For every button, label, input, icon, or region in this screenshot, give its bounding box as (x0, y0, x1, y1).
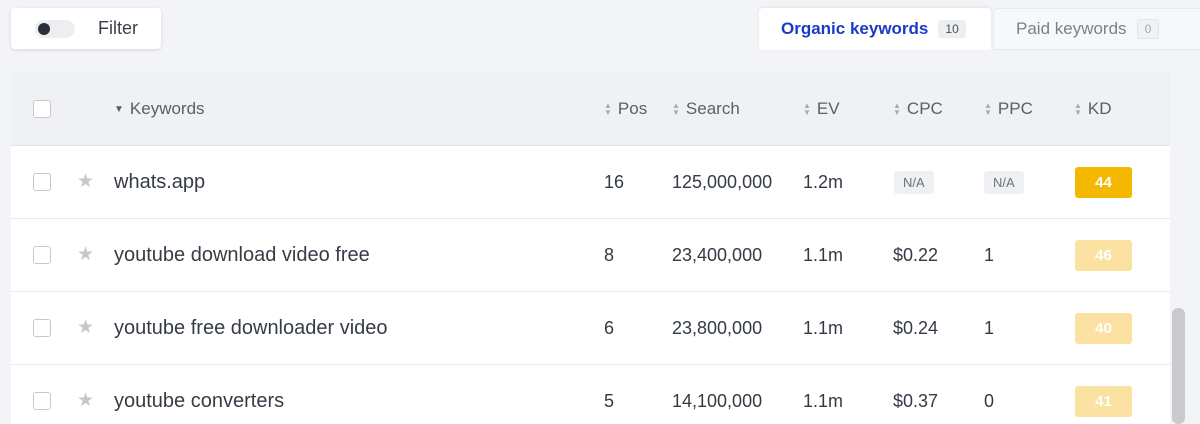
star-icon[interactable]: ★ (77, 243, 94, 266)
kd-badge: 41 (1075, 386, 1132, 417)
star-icon[interactable]: ★ (77, 389, 94, 412)
column-label: Keywords (129, 99, 205, 118)
table-row[interactable]: ★ youtube converters 5 14,100,000 1.1m $… (11, 365, 1170, 424)
column-header-kd[interactable]: ▲ ▼ KD (1074, 72, 1112, 146)
kd-badge: 44 (1075, 167, 1132, 198)
tab-label: Paid keywords (1016, 19, 1127, 38)
search-value: 125,000,000 (672, 172, 773, 192)
search-value: 14,100,000 (672, 391, 763, 411)
ev-value: 1.1m (803, 391, 844, 411)
column-header-ev[interactable]: ▲ ▼ EV (803, 72, 840, 146)
ev-value: 1.1m (803, 318, 844, 338)
star-icon[interactable]: ★ (77, 316, 94, 339)
tab-count-badge: 0 (1136, 19, 1160, 39)
cpc-na-badge: N/A (894, 171, 934, 194)
row-checkbox[interactable] (33, 246, 51, 264)
tab-organic-keywords[interactable]: Organic keywords 10 (759, 8, 991, 50)
select-all-checkbox[interactable] (33, 100, 51, 118)
table-row[interactable]: ★ youtube free downloader video 6 23,800… (11, 292, 1170, 365)
filter-toggle[interactable]: Filter (11, 8, 161, 49)
toggle-knob (38, 22, 50, 35)
pos-value: 6 (604, 318, 615, 338)
row-checkbox[interactable] (33, 319, 51, 337)
table-row[interactable]: ★ whats.app 16 125,000,000 1.2m N/A N/A … (11, 146, 1170, 219)
kd-badge: 46 (1075, 240, 1132, 271)
table-row[interactable]: ★ youtube download video free 8 23,400,0… (11, 219, 1170, 292)
table-header: ▼ Keywords ▲ ▼ Pos ▲ ▼ Search ▲ ▼ EV ▲ ▼ CPC… (11, 72, 1170, 146)
sort-desc-icon: ▼ (114, 103, 124, 115)
keywords-table: ▼ Keywords ▲ ▼ Pos ▲ ▼ Search ▲ ▼ EV ▲ ▼ CPC… (11, 72, 1170, 424)
sort-icon: ▲ ▼ (984, 101, 992, 117)
column-header-search[interactable]: ▲ ▼ Search (672, 72, 740, 146)
column-label: KD (1087, 99, 1112, 118)
keyword-link[interactable]: youtube converters (114, 365, 284, 424)
ppc-value: 1 (984, 318, 995, 338)
keyword-tabs: Organic keywords 10 Paid keywords 0 (759, 8, 1200, 50)
column-label: CPC (906, 99, 943, 118)
filter-label: Filter (98, 18, 138, 38)
sort-icon: ▲ ▼ (803, 101, 811, 117)
ppc-value: 1 (984, 245, 995, 265)
cpc-value: $0.24 (893, 318, 939, 338)
tab-count-badge: 10 (938, 20, 966, 38)
column-header-keywords[interactable]: ▼ Keywords (114, 72, 205, 146)
star-icon[interactable]: ★ (77, 170, 94, 193)
cpc-value: $0.37 (893, 391, 939, 411)
pos-value: 16 (604, 172, 625, 192)
cpc-value: $0.22 (893, 245, 939, 265)
sort-icon: ▲ ▼ (672, 101, 680, 117)
toggle-switch[interactable] (35, 19, 75, 38)
ev-value: 1.2m (803, 172, 844, 192)
ev-value: 1.1m (803, 245, 844, 265)
column-header-cpc[interactable]: ▲ ▼ CPC (893, 72, 943, 146)
tab-paid-keywords[interactable]: Paid keywords 0 (993, 8, 1200, 50)
tab-label: Organic keywords (781, 19, 929, 38)
vertical-scrollbar[interactable] (1172, 308, 1185, 424)
row-checkbox[interactable] (33, 392, 51, 410)
ppc-value: 0 (984, 391, 995, 411)
keyword-link[interactable]: youtube download video free (114, 219, 370, 292)
keyword-link[interactable]: youtube free downloader video (114, 292, 388, 365)
row-checkbox[interactable] (33, 173, 51, 191)
column-label: Search (685, 99, 740, 118)
sort-icon: ▲ ▼ (1074, 101, 1082, 117)
pos-value: 8 (604, 245, 615, 265)
column-label: EV (816, 99, 840, 118)
column-label: Pos (617, 99, 648, 118)
keyword-link[interactable]: whats.app (114, 146, 205, 219)
column-header-ppc[interactable]: ▲ ▼ PPC (984, 72, 1033, 146)
ppc-na-badge: N/A (984, 171, 1024, 194)
search-value: 23,400,000 (672, 245, 763, 265)
sort-icon: ▲ ▼ (604, 101, 612, 117)
search-value: 23,800,000 (672, 318, 763, 338)
column-label: PPC (997, 99, 1033, 118)
column-header-pos[interactable]: ▲ ▼ Pos (604, 72, 647, 146)
pos-value: 5 (604, 391, 615, 411)
kd-badge: 40 (1075, 313, 1132, 344)
sort-icon: ▲ ▼ (893, 101, 901, 117)
